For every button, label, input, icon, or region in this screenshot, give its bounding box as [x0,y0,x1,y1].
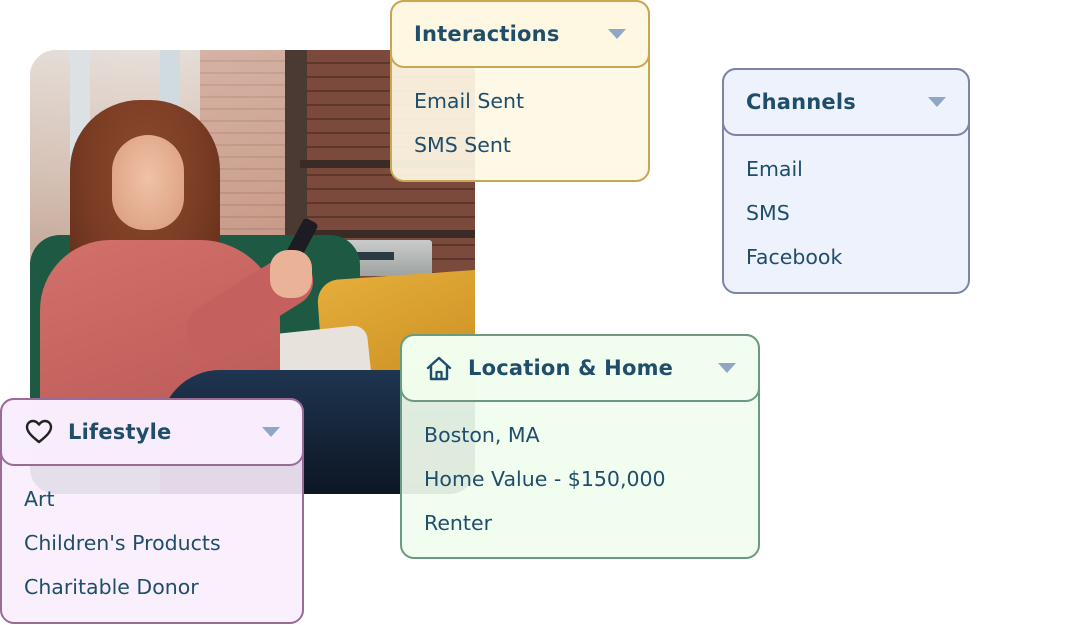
interactions-dropdown-header[interactable]: Interactions [390,0,650,68]
chevron-down-icon[interactable] [718,363,736,373]
list-item[interactable]: Email [746,152,842,196]
lifestyle-dropdown-header[interactable]: Lifestyle [0,398,304,466]
list-item[interactable]: SMS Sent [414,128,524,172]
location-home-list: Boston, MA Home Value - $150,000 Renter [424,418,666,550]
list-item[interactable]: Renter [424,506,666,550]
interactions-card: Interactions Email Sent SMS Sent [390,0,650,182]
heart-icon [24,417,54,447]
list-item[interactable]: Art [24,482,221,526]
chevron-down-icon[interactable] [608,29,626,39]
list-item[interactable]: Home Value - $150,000 [424,462,666,506]
home-icon [424,353,454,383]
location-home-title: Location & Home [468,356,674,380]
channels-card: Channels Email SMS Facebook [722,68,970,294]
interactions-list: Email Sent SMS Sent [414,84,524,172]
location-home-card: Location & Home Boston, MA Home Value - … [400,334,760,559]
list-item[interactable]: Boston, MA [424,418,666,462]
channels-title: Channels [746,90,856,114]
list-item[interactable]: Charitable Donor [24,570,221,614]
list-item[interactable]: Email Sent [414,84,524,128]
photo-person-face [112,135,184,230]
chevron-down-icon[interactable] [928,97,946,107]
lifestyle-list: Art Children's Products Charitable Donor [24,482,221,614]
chevron-down-icon[interactable] [262,427,280,437]
channels-dropdown-header[interactable]: Channels [722,68,970,136]
interactions-title: Interactions [414,22,560,46]
list-item[interactable]: SMS [746,196,842,240]
channels-list: Email SMS Facebook [746,152,842,284]
list-item[interactable]: Children's Products [24,526,221,570]
photo-person-hand [270,250,312,298]
lifestyle-card: Lifestyle Art Children's Products Charit… [0,398,304,624]
lifestyle-title: Lifestyle [68,420,172,444]
location-home-dropdown-header[interactable]: Location & Home [400,334,760,402]
list-item[interactable]: Facebook [746,240,842,284]
